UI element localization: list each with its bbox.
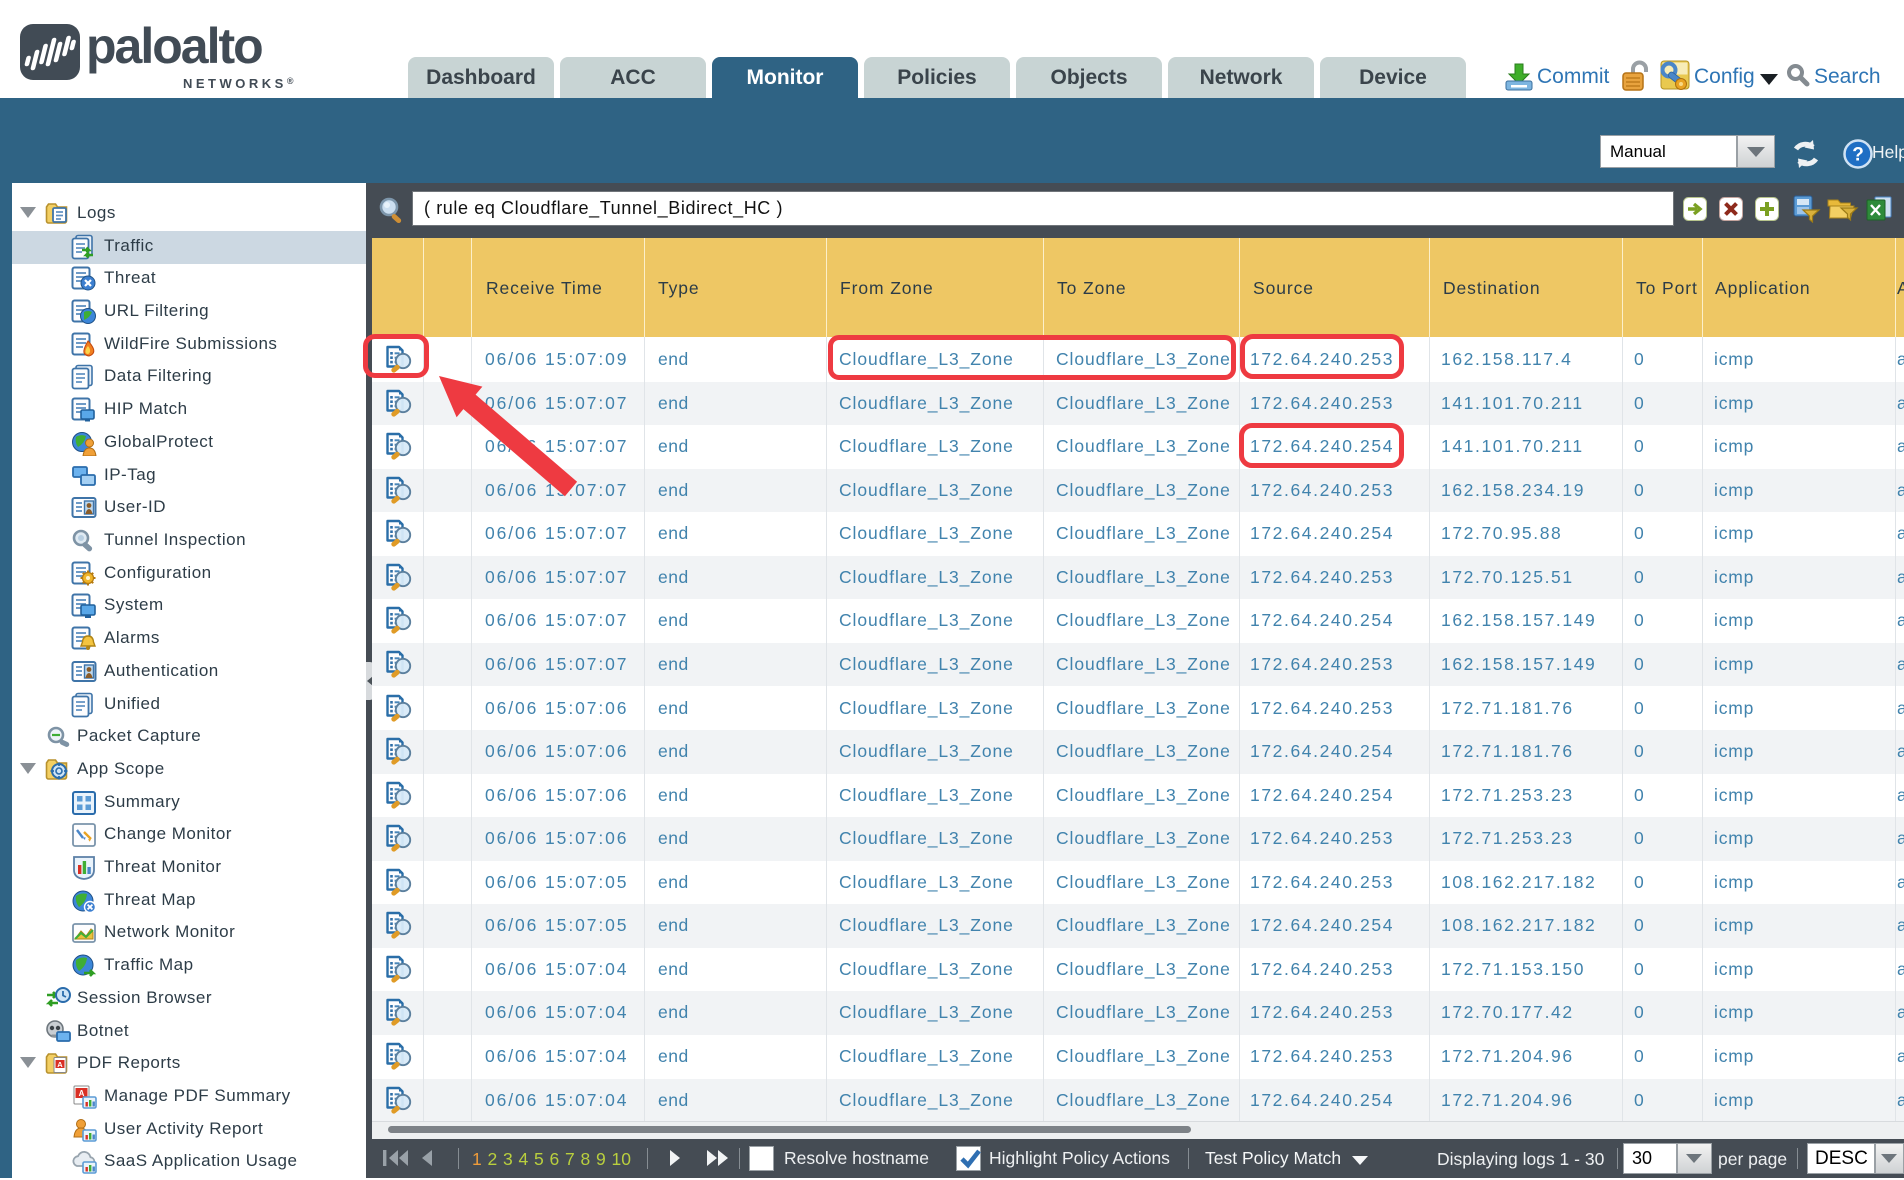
svg-text:A: A <box>57 1060 63 1069</box>
svg-text:?: ? <box>1852 145 1864 166</box>
